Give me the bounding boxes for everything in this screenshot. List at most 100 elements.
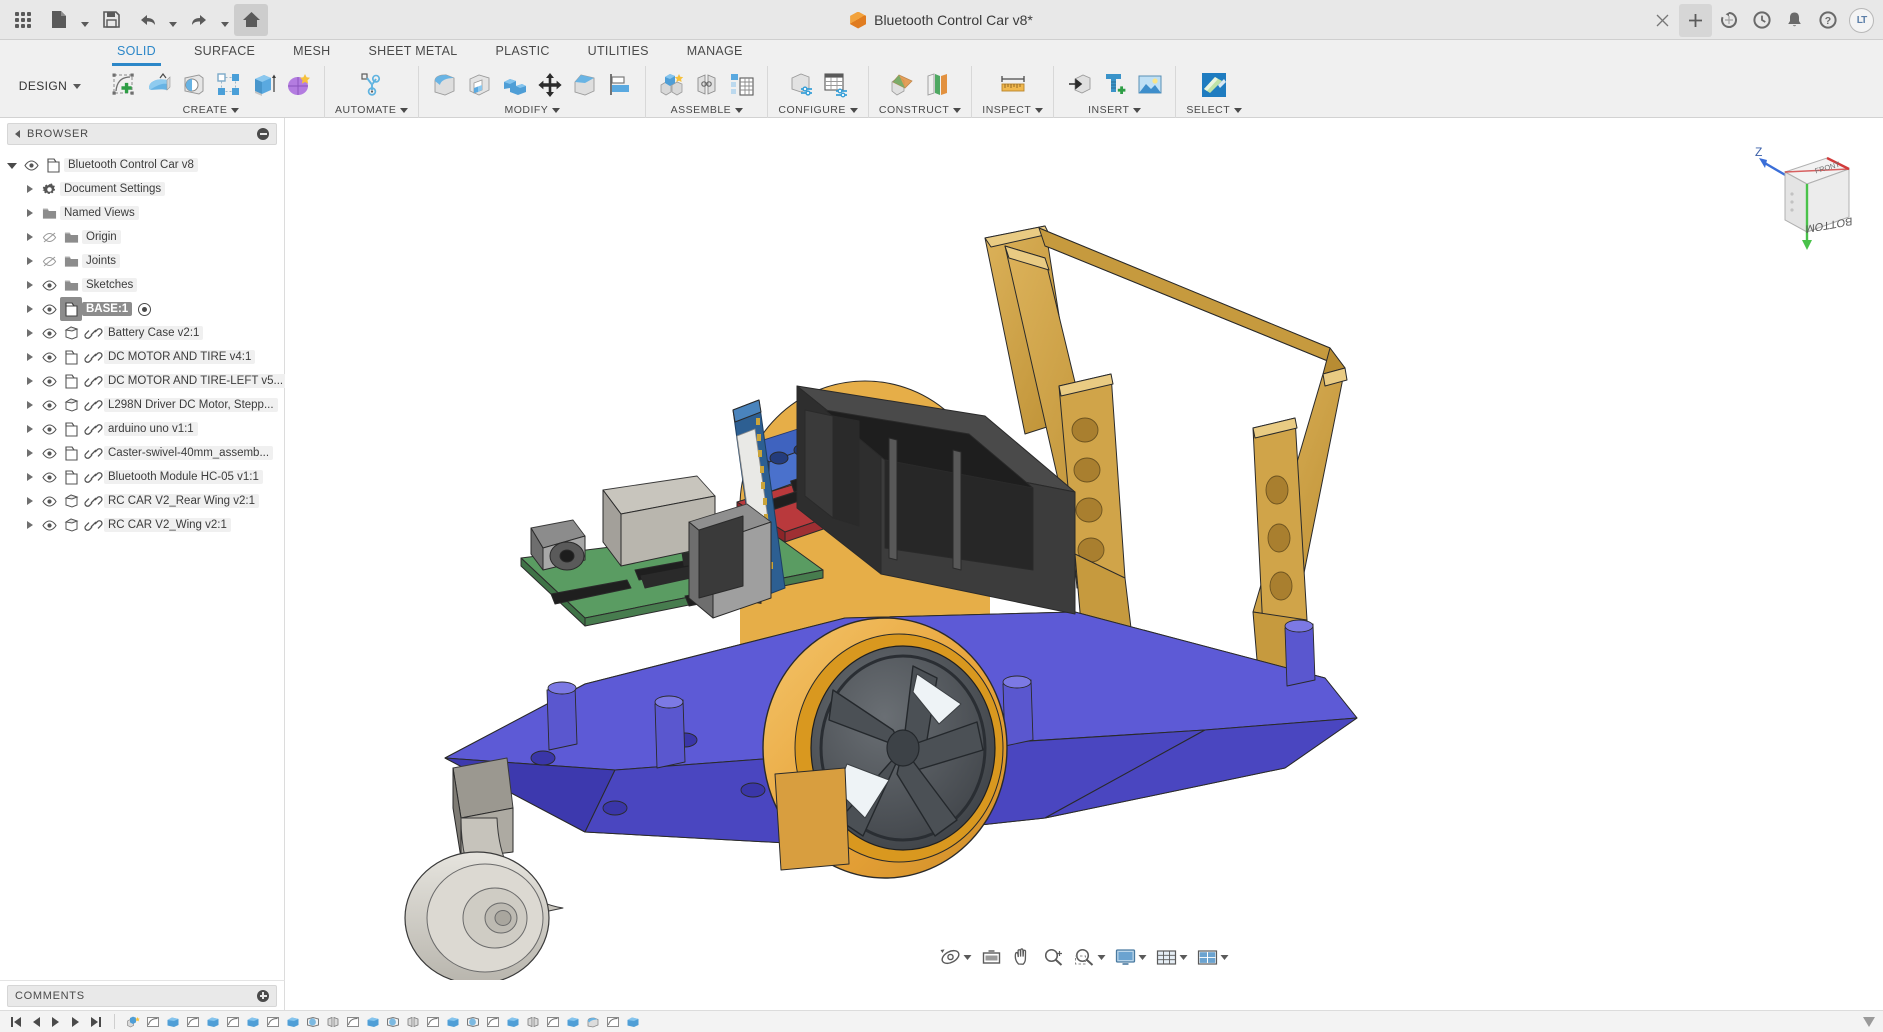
zoom-button[interactable] (1040, 944, 1068, 970)
new-file-icon[interactable] (42, 4, 76, 36)
tree-node-arduino-uno[interactable]: arduino uno v1:1 (0, 417, 284, 441)
new-component-button[interactable] (656, 69, 687, 100)
expand-toggle[interactable] (22, 441, 38, 465)
pan-button[interactable] (1009, 944, 1037, 970)
tree-node-wing[interactable]: RC CAR V2_Wing v2:1 (0, 513, 284, 537)
expand-toggle[interactable] (22, 465, 38, 489)
zoom-window-button[interactable] (1071, 944, 1109, 970)
external-link-icon[interactable] (82, 369, 104, 393)
tree-node-sketches[interactable]: Sketches (0, 273, 284, 297)
chevron-down-icon[interactable] (1138, 954, 1147, 960)
chevron-down-icon[interactable] (963, 954, 972, 960)
external-link-icon[interactable] (82, 321, 104, 345)
insert-mcmaster-button[interactable] (1099, 69, 1130, 100)
expand-toggle[interactable] (22, 321, 38, 345)
orbit-button[interactable] (937, 944, 975, 970)
timeline-feature-sketch[interactable] (543, 1012, 563, 1032)
tab-surface[interactable]: SURFACE (175, 40, 274, 62)
shell-button[interactable] (464, 69, 495, 100)
expand-toggle[interactable] (22, 393, 38, 417)
configure-design-button[interactable] (785, 69, 816, 100)
automated-modeling-button[interactable] (356, 69, 387, 100)
visibility-eye-icon[interactable] (20, 153, 42, 177)
home-icon[interactable] (234, 3, 268, 36)
collapse-arrow-icon[interactable] (15, 130, 20, 138)
visibility-eye-off-icon[interactable] (38, 225, 60, 249)
timeline-feature-joint[interactable] (523, 1012, 543, 1032)
timeline-feature-sketch[interactable] (263, 1012, 283, 1032)
tree-node-dc-motor-and-tire-left[interactable]: DC MOTOR AND TIRE-LEFT v5... (0, 369, 288, 393)
external-link-icon[interactable] (82, 441, 104, 465)
external-link-icon[interactable] (82, 417, 104, 441)
panel-create-label[interactable]: CREATE (183, 103, 240, 117)
chevron-down-icon[interactable] (1097, 954, 1106, 960)
timeline-feature-extrude[interactable] (623, 1012, 643, 1032)
offset-plane-button[interactable] (887, 69, 918, 100)
browser-header[interactable]: BROWSER (7, 123, 277, 145)
timeline-step-back-button[interactable] (26, 1012, 46, 1032)
timeline-feature-joint[interactable] (403, 1012, 423, 1032)
create-sketch-button[interactable] (108, 69, 139, 100)
expand-toggle[interactable] (22, 369, 38, 393)
timeline-feature-fillet[interactable] (583, 1012, 603, 1032)
tree-node-l298n-driver[interactable]: L298N Driver DC Motor, Stepp... (0, 393, 284, 417)
expand-toggle[interactable] (22, 201, 38, 225)
timeline-feature-sketch[interactable] (183, 1012, 203, 1032)
workspace-switcher-button[interactable]: DESIGN (10, 66, 90, 106)
tab-plastic[interactable]: PLASTIC (476, 40, 568, 62)
new-file-dropdown-icon[interactable] (78, 4, 92, 36)
expand-toggle[interactable] (22, 297, 38, 321)
timeline-end-button[interactable] (86, 1012, 106, 1032)
box-button[interactable] (248, 69, 279, 100)
tree-node-base[interactable]: BASE:1 (0, 297, 284, 321)
redo-icon[interactable] (182, 4, 216, 36)
avatar[interactable]: LT (1849, 7, 1874, 33)
recent-icon[interactable] (1745, 4, 1778, 37)
timeline-play-button[interactable] (46, 1012, 66, 1032)
timeline-feature-revolve[interactable] (383, 1012, 403, 1032)
timeline-feature-revolve[interactable] (303, 1012, 323, 1032)
external-link-icon[interactable] (82, 393, 104, 417)
move-copy-button[interactable] (534, 69, 565, 100)
chevron-down-icon[interactable] (1179, 954, 1188, 960)
timeline-feature-extrude[interactable] (503, 1012, 523, 1032)
tree-node-named-views[interactable]: Named Views (0, 201, 284, 225)
timeline-begin-button[interactable] (6, 1012, 26, 1032)
panel-construct-label[interactable]: CONSTRUCT (879, 103, 962, 117)
tree-node-battery-case[interactable]: Battery Case v2:1 (0, 321, 284, 345)
viewcube[interactable]: Z FRONT BOTTOM (1741, 136, 1861, 256)
external-link-icon[interactable] (82, 345, 104, 369)
expand-toggle[interactable] (22, 225, 38, 249)
comments-header[interactable]: COMMENTS (7, 984, 277, 1007)
timeline-step-forward-button[interactable] (66, 1012, 86, 1032)
tree-node-origin[interactable]: Origin (0, 225, 284, 249)
cad-model-3d[interactable] (285, 118, 1883, 980)
form-button[interactable] (283, 69, 314, 100)
new-tab-icon[interactable] (1679, 3, 1712, 37)
panel-modify-label[interactable]: MODIFY (504, 103, 561, 117)
viewport-canvas[interactable]: Z FRONT BOTTOM (285, 118, 1883, 980)
timeline-feature-sketch[interactable] (343, 1012, 363, 1032)
timeline-feature-extrude[interactable] (563, 1012, 583, 1032)
save-icon[interactable] (94, 4, 128, 36)
visibility-eye-icon[interactable] (38, 273, 60, 297)
panel-inspect-label[interactable]: INSPECT (982, 103, 1044, 117)
pattern-button[interactable] (213, 69, 244, 100)
revolve-button[interactable] (178, 69, 209, 100)
visibility-eye-icon[interactable] (38, 369, 60, 393)
tree-node-root[interactable]: Bluetooth Control Car v8 (0, 153, 284, 177)
visibility-eye-icon[interactable] (38, 441, 60, 465)
tree-node-dc-motor-and-tire[interactable]: DC MOTOR AND TIRE v4:1 (0, 345, 284, 369)
display-settings-button[interactable] (1112, 944, 1150, 970)
timeline-feature-extrude[interactable] (283, 1012, 303, 1032)
expand-toggle[interactable] (22, 417, 38, 441)
expand-toggle[interactable] (22, 489, 38, 513)
tree-node-caster-swivel[interactable]: Caster-swivel-40mm_assemb... (0, 441, 284, 465)
timeline-feature-new-component[interactable] (123, 1012, 143, 1032)
sync-icon[interactable] (1712, 4, 1745, 37)
timeline-feature-sketch[interactable] (223, 1012, 243, 1032)
visibility-eye-icon[interactable] (38, 393, 60, 417)
bom-button[interactable] (726, 69, 757, 100)
visibility-eye-off-icon[interactable] (38, 249, 60, 273)
align-button[interactable] (604, 69, 635, 100)
